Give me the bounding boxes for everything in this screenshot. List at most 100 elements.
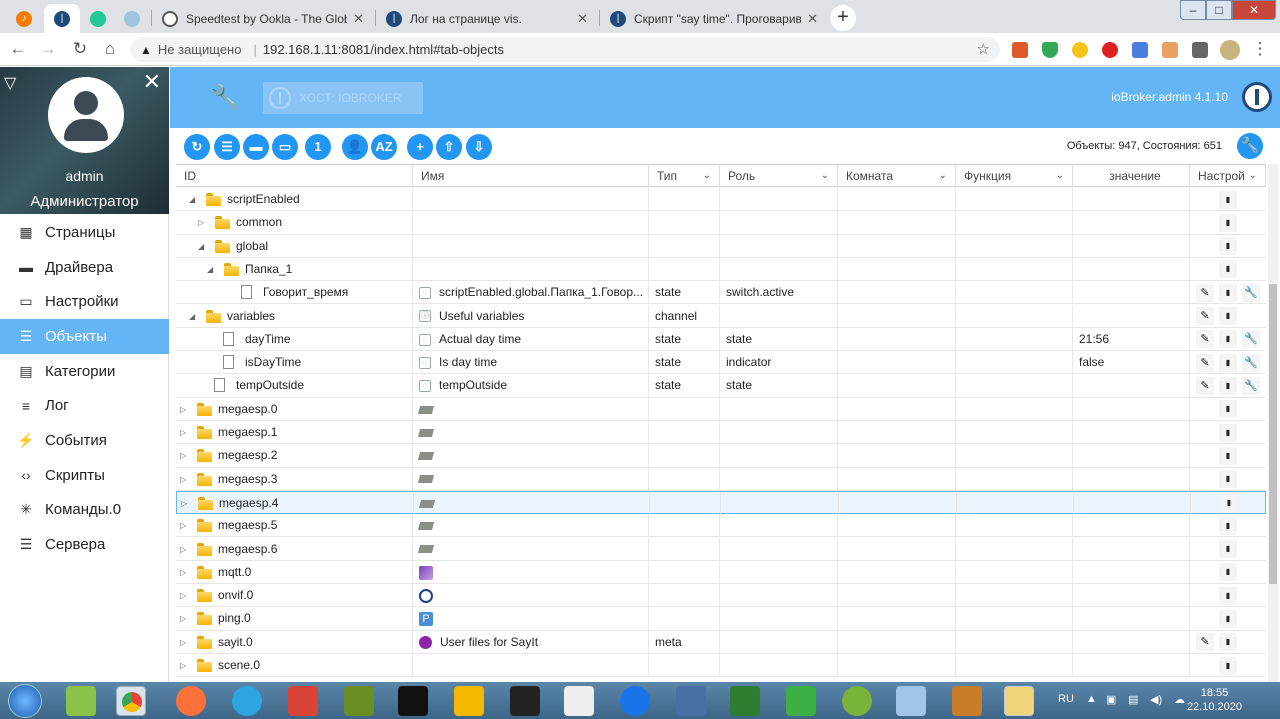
trash-icon[interactable]: ▮	[1219, 190, 1237, 209]
value-cell[interactable]	[1073, 537, 1190, 561]
tab-app[interactable]: ♪	[6, 4, 42, 33]
value-cell[interactable]: false	[1073, 351, 1190, 375]
table-row[interactable]: ▷ sayit.0 User files for SayIt meta ✎ ▮	[176, 630, 1266, 654]
start-button[interactable]	[8, 684, 42, 718]
value-cell[interactable]	[1073, 654, 1190, 677]
wrench-icon[interactable]: 🔧	[1242, 330, 1260, 349]
expand-icon[interactable]: ▷	[180, 444, 186, 467]
expand-icon[interactable]: ▷	[180, 584, 186, 607]
tab-speedometer[interactable]	[116, 4, 148, 33]
trash-icon[interactable]: ▮	[1219, 400, 1237, 419]
expand-icon[interactable]: ▷	[181, 492, 187, 515]
extension-icon[interactable]	[1072, 42, 1088, 58]
value-cell[interactable]	[1073, 188, 1190, 211]
table-row[interactable]: ▷ megaesp.3 ▮	[176, 467, 1266, 491]
sidebar-item-4[interactable]: ▤ Категории	[0, 354, 169, 389]
chevron-down-icon[interactable]: ⌄	[1249, 165, 1257, 187]
user-filter-button[interactable]: 👤	[342, 134, 368, 160]
expand-icon[interactable]: ▷	[180, 631, 186, 654]
collapse-icon[interactable]: ◢	[198, 235, 204, 258]
value-cell[interactable]	[1073, 234, 1190, 258]
chevron-down-icon[interactable]: ⌄	[939, 165, 947, 187]
table-row[interactable]: tempOutside ◌ tempOutside state state ✎ ▮ 🔧	[176, 374, 1266, 398]
edit-icon[interactable]: ✎	[1196, 283, 1214, 302]
counter-strike-icon[interactable]	[952, 686, 982, 716]
table-row[interactable]: ▷ onvif.0 ▮	[176, 584, 1266, 608]
tab-iobroker-active[interactable]: |	[44, 4, 80, 33]
ccleaner-icon[interactable]	[288, 686, 318, 716]
list-view-button[interactable]: ☰	[214, 134, 240, 160]
minecraft-icon[interactable]	[344, 686, 374, 716]
table-row[interactable]: ▷ megaesp.6 ▮	[176, 537, 1266, 561]
trash-icon[interactable]: ▮	[1219, 446, 1237, 465]
clock[interactable]: 18:55 22.10.2020	[1187, 686, 1242, 714]
shield-extension-icon[interactable]	[1042, 42, 1058, 58]
table-row[interactable]: ▷ megaesp.5 ▮	[176, 514, 1266, 538]
value-cell[interactable]	[1073, 211, 1190, 235]
expand-icon[interactable]: ▷	[180, 514, 186, 537]
bookmark-star-icon[interactable]: ☆	[977, 40, 990, 58]
trash-icon[interactable]: ▮	[1219, 470, 1237, 489]
value-cell[interactable]	[1073, 444, 1190, 468]
value-cell[interactable]	[1073, 467, 1190, 491]
tab-speedtest[interactable]: Speedtest by Ookla - The Global ✕	[154, 4, 372, 33]
table-row[interactable]: ▷ mqtt.0 ▮	[176, 560, 1266, 585]
tab-log[interactable]: | Лог на странице vis. ✕	[378, 4, 596, 33]
table-row[interactable]: ▷ megaesp.0 ▮	[176, 397, 1266, 421]
column-header[interactable]: Роль ⌄	[720, 165, 838, 187]
tray-network-icon[interactable]: ▣	[1106, 693, 1116, 706]
sort-az-button[interactable]: AZ	[371, 134, 397, 160]
chrome-icon[interactable]	[116, 686, 146, 716]
translate-extension-icon[interactable]	[1132, 42, 1148, 58]
sidebar-item-1[interactable]: ▬ Драйвера	[0, 250, 169, 285]
value-cell[interactable]	[1073, 421, 1190, 444]
value-cell[interactable]	[1073, 304, 1190, 328]
expand-icon[interactable]: ▷	[180, 398, 186, 421]
tree-level-button[interactable]: 1	[305, 134, 331, 160]
sidebar-item-8[interactable]: ✳ Команды.0	[0, 493, 169, 528]
app-icon[interactable]	[564, 686, 594, 716]
value-cell[interactable]	[1073, 257, 1190, 281]
host-selector[interactable]: ХОСТ: IOBROKER	[263, 82, 423, 114]
column-header[interactable]: ID	[176, 165, 413, 187]
settings-wrench-button[interactable]: 🔧	[1237, 133, 1263, 159]
edit-icon[interactable]: ✎	[1196, 330, 1214, 349]
app-icon[interactable]	[786, 686, 816, 716]
sidebar-item-2[interactable]: ▭ Настройки	[0, 284, 169, 319]
table-row[interactable]: ◢ Папка_1 ▮	[176, 257, 1266, 282]
chevron-down-icon[interactable]: ⌄	[821, 165, 829, 187]
expand-icon[interactable]: ▷	[180, 538, 186, 561]
explorer-icon[interactable]	[1004, 686, 1034, 716]
sidebar-item-0[interactable]: ▦ Страницы	[0, 215, 169, 250]
expand-folders-button[interactable]: ▭	[272, 134, 298, 160]
value-cell[interactable]	[1073, 281, 1190, 305]
chevron-down-icon[interactable]: ⌄	[1056, 165, 1064, 187]
trash-icon[interactable]: ▮	[1219, 516, 1237, 535]
expand-icon[interactable]: ▷	[180, 654, 186, 677]
firefox-icon[interactable]	[176, 686, 206, 716]
puzzle-extensions-icon[interactable]	[1192, 42, 1208, 58]
table-row[interactable]: ◢ global ▮	[176, 234, 1266, 258]
trash-icon[interactable]: ▮	[1219, 563, 1237, 582]
home-icon[interactable]: ⌂	[100, 39, 120, 59]
rockstar-icon[interactable]	[454, 686, 484, 716]
trash-icon[interactable]: ▮	[1219, 237, 1237, 256]
forward-icon[interactable]: →	[38, 39, 58, 59]
trash-icon[interactable]: ▮	[1219, 609, 1237, 628]
collapse-icon[interactable]: ◢	[207, 258, 213, 281]
trash-icon[interactable]: ▮	[1219, 213, 1237, 232]
value-cell[interactable]: 21:56	[1073, 327, 1190, 351]
upload-button[interactable]: ⇧	[436, 134, 462, 160]
back-icon[interactable]: ←	[8, 39, 28, 59]
value-cell[interactable]	[1074, 491, 1191, 515]
value-cell[interactable]	[1073, 584, 1190, 608]
new-tab-button[interactable]: +	[830, 5, 856, 31]
trash-icon[interactable]: ▮	[1219, 376, 1237, 395]
table-row[interactable]: ▷ megaesp.1 ▮	[176, 421, 1266, 445]
tab-script[interactable]: | Скрипт "say time". Проговарива ✕	[602, 4, 826, 33]
language-indicator[interactable]: RU	[1058, 693, 1074, 705]
tray-icon[interactable]: ▤	[1128, 693, 1138, 706]
chevron-down-icon[interactable]: ⌄	[703, 165, 711, 187]
table-row[interactable]: dayTime ◌ Actual day time state state 21:56 ✎ ▮…	[176, 327, 1266, 352]
trash-icon[interactable]: ▮	[1219, 540, 1237, 558]
